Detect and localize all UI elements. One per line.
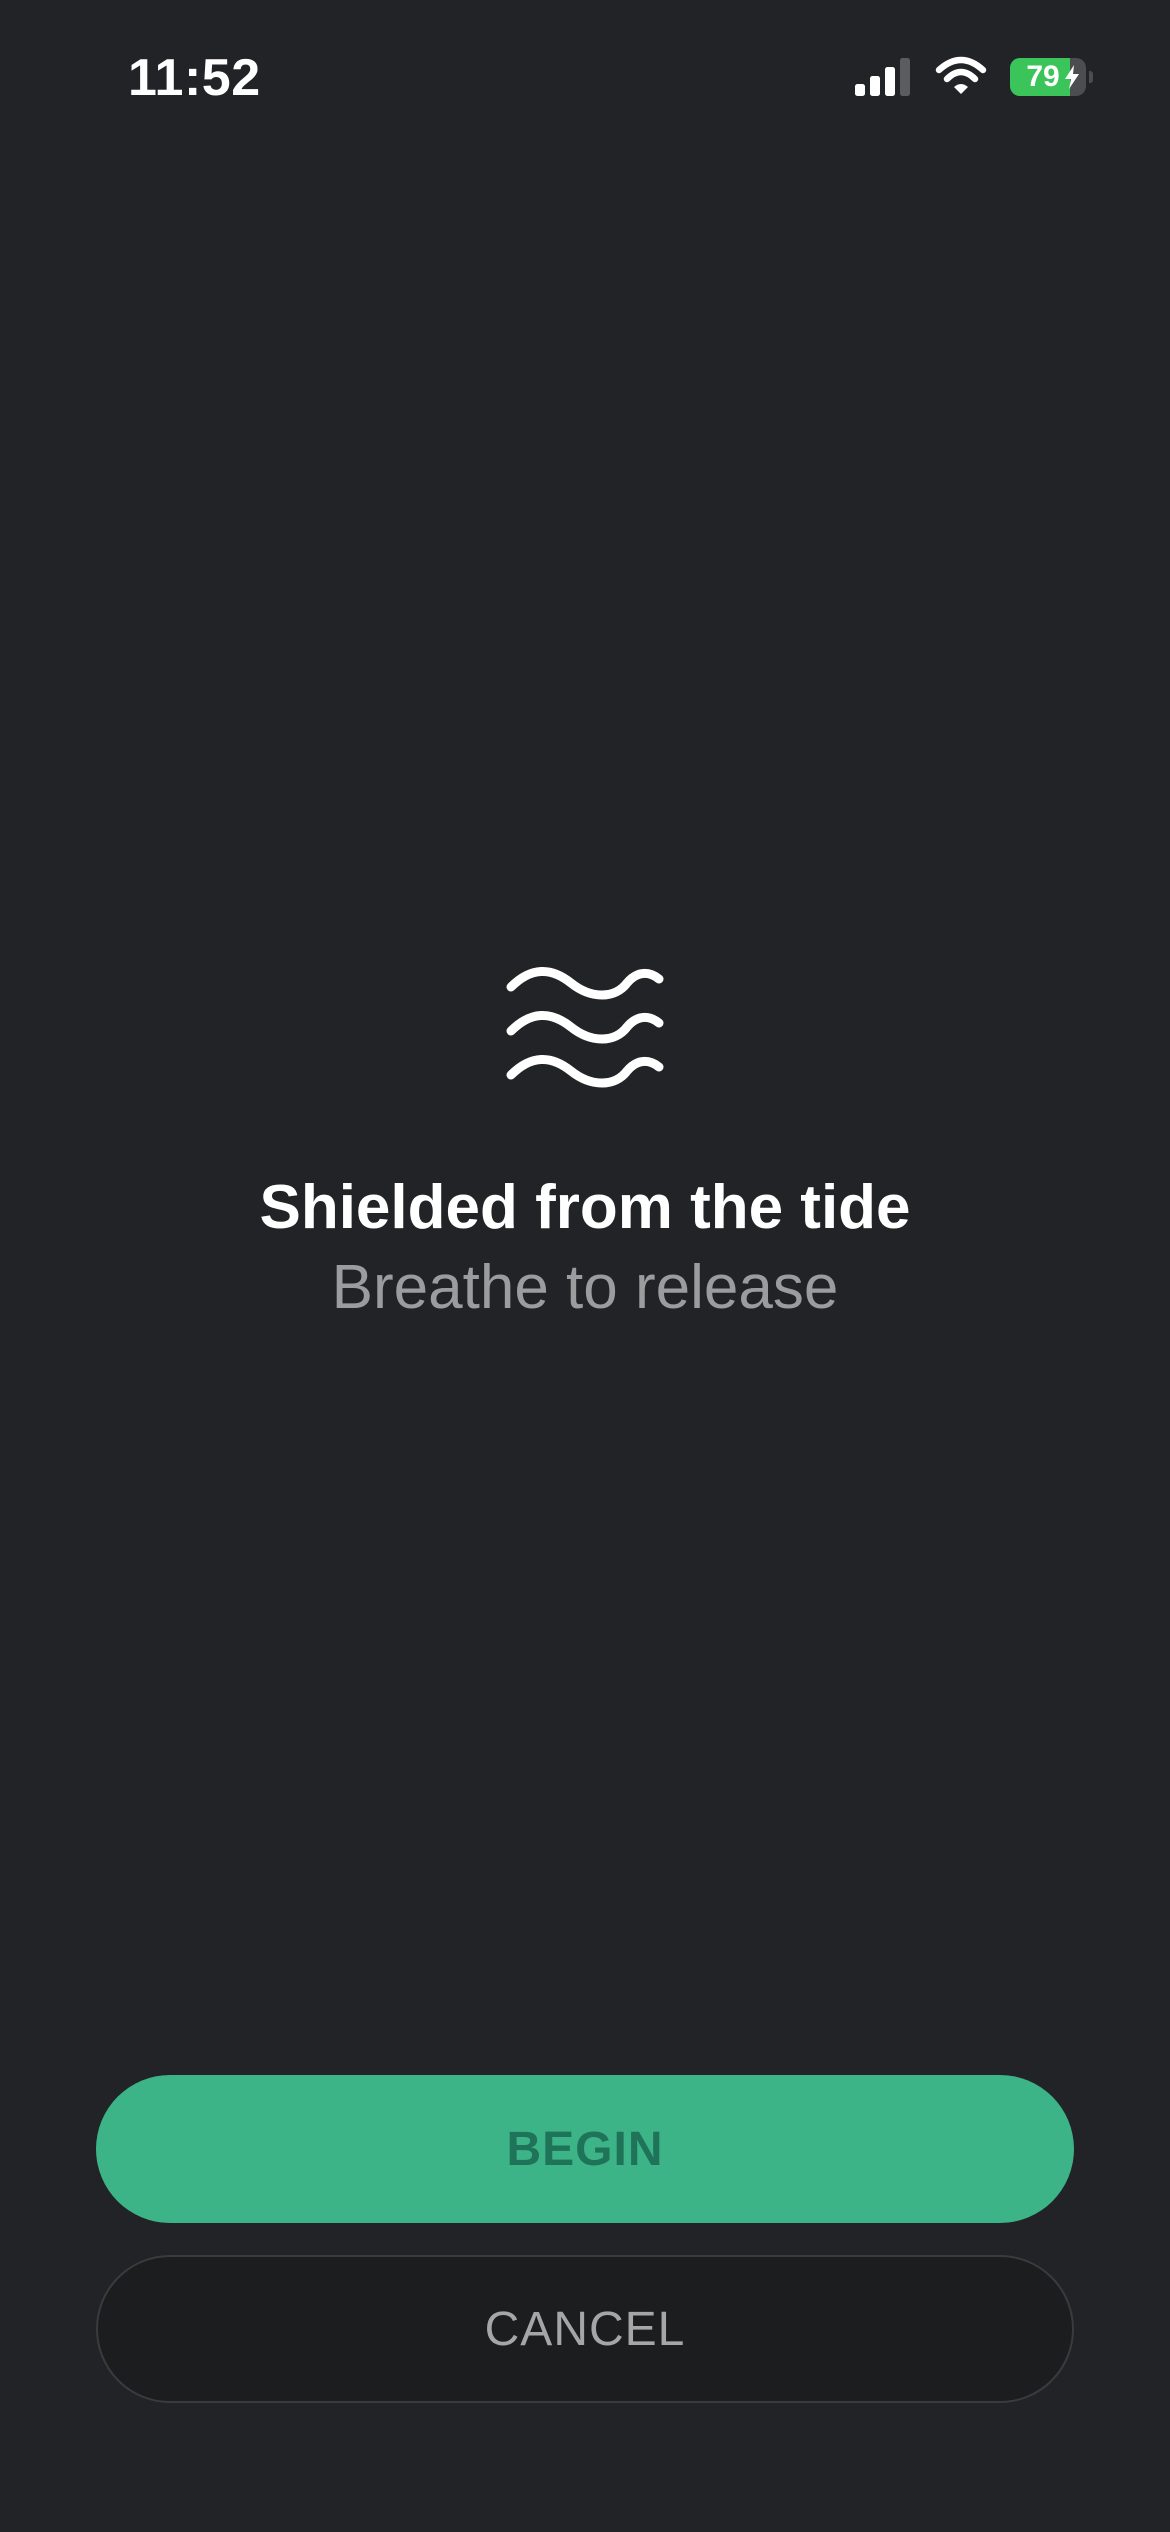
page-title: Shielded from the tide <box>259 1173 911 1242</box>
charging-bolt-icon <box>1065 65 1079 89</box>
wifi-icon <box>935 56 987 94</box>
signal-icon <box>855 58 910 96</box>
battery-body: 79 <box>1010 58 1086 96</box>
begin-button[interactable]: BEGIN <box>96 2075 1074 2223</box>
status-bar: 11:52 79 <box>0 0 1170 150</box>
page-subtitle: Breathe to release <box>331 1253 839 1322</box>
battery-icon: 79 <box>1010 58 1093 96</box>
waves-icon <box>506 967 664 1088</box>
status-time: 11:52 <box>128 49 261 107</box>
cancel-button[interactable]: CANCEL <box>96 2255 1074 2403</box>
battery-nub <box>1089 71 1093 83</box>
